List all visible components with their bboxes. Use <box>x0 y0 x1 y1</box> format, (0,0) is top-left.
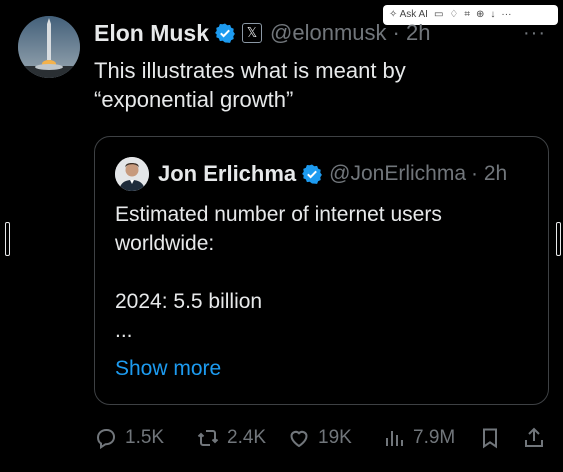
repost-count: 2.4K <box>227 427 267 448</box>
repost-button[interactable]: 2.4K <box>196 426 266 450</box>
like-count: 19K <box>318 427 352 448</box>
repost-icon <box>197 430 219 446</box>
more-options-icon[interactable]: ··· <box>523 22 546 45</box>
reply-button[interactable]: 1.5K <box>94 426 164 450</box>
quoted-post-text: Estimated number of internet users world… <box>115 203 442 342</box>
toolbar-more-icon[interactable]: ··· <box>501 5 511 25</box>
show-more-link[interactable]: Show more <box>115 357 221 381</box>
zoom-icon[interactable]: ⊕ <box>476 5 484 25</box>
reply-count: 1.5K <box>125 427 165 448</box>
like-button[interactable]: 19K <box>287 426 352 450</box>
reply-icon <box>96 429 116 450</box>
post-header: Elon Musk 𝕏 @elonmusk · 2h <box>94 18 430 48</box>
lightbulb-icon[interactable]: ♢ <box>449 5 458 25</box>
quoted-post-header: Jon Erlichma @JonErlichma · 2h <box>115 157 507 191</box>
quoted-author-handle[interactable]: @JonErlichma <box>329 162 466 186</box>
bookmark-icon <box>483 428 497 449</box>
post-time[interactable]: · 2h <box>393 20 431 46</box>
author-avatar[interactable] <box>18 16 80 78</box>
crop-icon[interactable]: ⌗ <box>464 5 470 25</box>
views-button[interactable]: 7.9M <box>382 426 455 450</box>
heart-icon <box>290 430 308 448</box>
author-handle[interactable]: @elonmusk <box>270 20 387 46</box>
view-count: 7.9M <box>413 427 456 448</box>
comment-icon[interactable]: ▭ <box>434 5 443 25</box>
quoted-post-time[interactable]: · 2h <box>471 162 507 186</box>
share-button[interactable] <box>522 426 553 450</box>
quoted-verified-badge-icon <box>302 164 323 184</box>
quoted-author-name[interactable]: Jon Erlichma <box>158 161 296 187</box>
verified-badge-icon <box>215 23 235 43</box>
post-text: This illustrates what is meant by “expon… <box>94 58 406 112</box>
person-avatar-icon <box>115 157 149 191</box>
author-name[interactable]: Elon Musk <box>94 20 209 47</box>
x-affiliate-badge-icon[interactable]: 𝕏 <box>242 23 263 43</box>
bookmark-button[interactable] <box>478 426 509 450</box>
left-scroll-handle[interactable] <box>5 222 10 256</box>
post-actions: 1.5K 2.4K 19K 7.9M <box>94 426 549 454</box>
analytics-icon <box>386 431 403 446</box>
rocket-launch-image <box>18 16 80 78</box>
quoted-author-avatar[interactable] <box>115 157 149 191</box>
right-scroll-handle[interactable] <box>556 222 561 256</box>
quoted-post[interactable]: Jon Erlichma @JonErlichma · 2h Estimated… <box>94 136 549 405</box>
download-icon[interactable]: ↓ <box>490 5 495 25</box>
share-icon <box>525 427 543 447</box>
